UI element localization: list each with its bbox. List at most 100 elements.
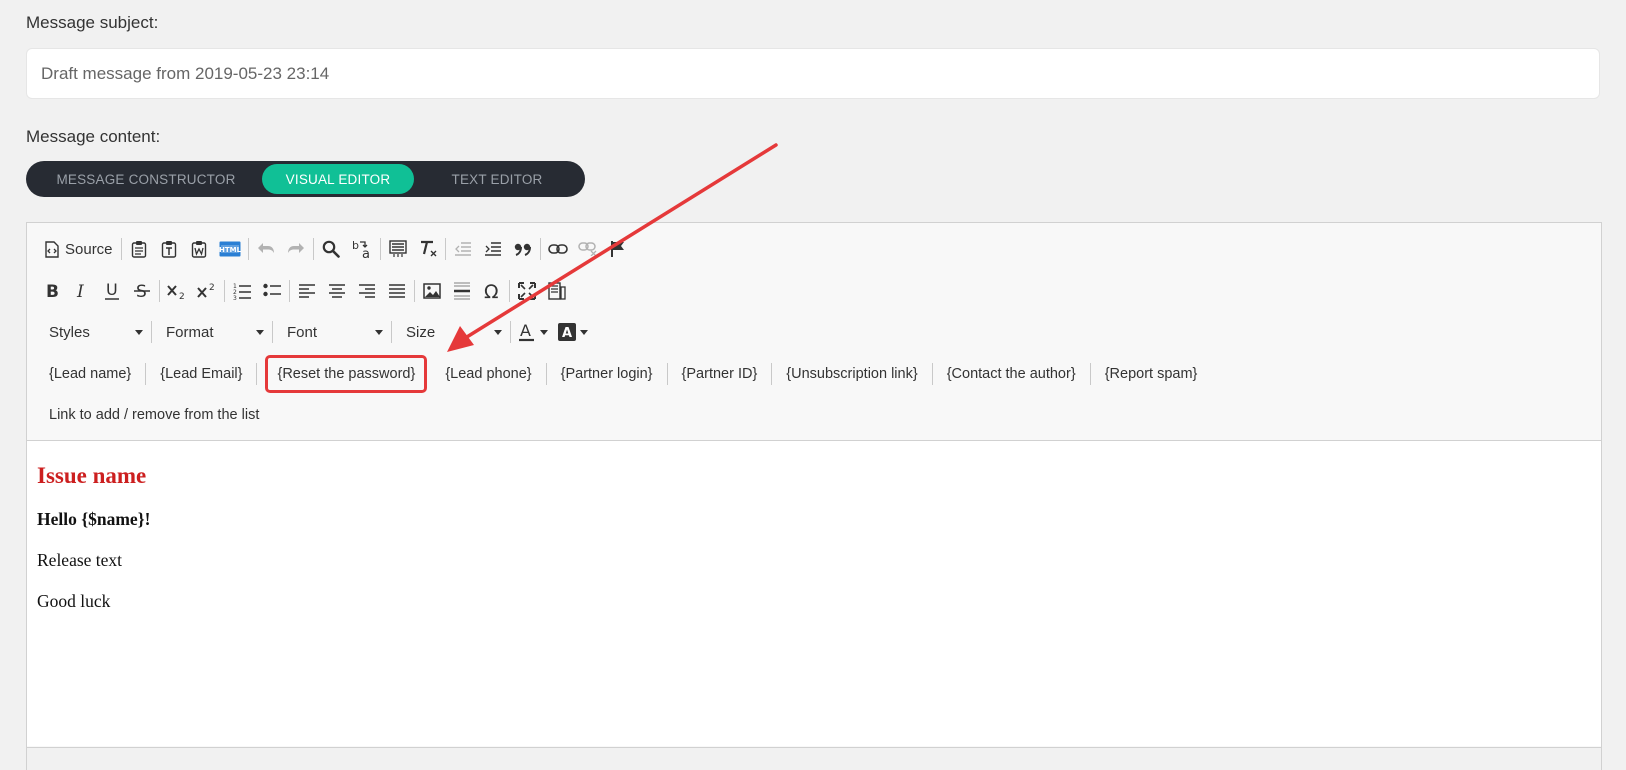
horizontal-line-button[interactable] (447, 277, 477, 305)
underline-icon: U (105, 282, 119, 300)
html-icon: HTML (219, 241, 241, 257)
unlink-button[interactable] (573, 235, 603, 263)
paste-word-button[interactable] (184, 235, 214, 263)
svg-text:2: 2 (209, 283, 215, 293)
bulleted-list-button[interactable] (257, 277, 287, 305)
list-link-button[interactable]: Link to add / remove from the list (37, 407, 271, 423)
outdent-icon (454, 242, 471, 256)
separator (312, 238, 314, 260)
svg-text:HTML: HTML (219, 246, 241, 254)
remove-format-button[interactable] (413, 235, 443, 263)
svg-text:b: b (352, 239, 359, 252)
toolbar-row-3: Styles Format Font Size A A (37, 316, 593, 348)
svg-text:A: A (520, 322, 531, 340)
align-right-button[interactable] (352, 277, 382, 305)
numbered-list-button[interactable]: 123 (227, 277, 257, 305)
font-dropdown-label: Font (287, 323, 318, 341)
editor-status-bar (27, 747, 1601, 770)
select-all-button[interactable] (383, 235, 413, 263)
separator (247, 238, 249, 260)
italic-icon: I (76, 283, 84, 299)
separator (509, 280, 510, 302)
separator (1089, 363, 1091, 385)
toolbar-row-1: Source HTML b a (37, 233, 633, 265)
placeholder-lead-name[interactable]: {Lead name} (37, 359, 143, 389)
show-blocks-button[interactable] (542, 277, 572, 305)
size-dropdown[interactable]: Size (394, 318, 508, 346)
placeholder-unsubscription-link[interactable]: {Unsubscription link} (774, 359, 929, 389)
text-color-button[interactable]: A (513, 318, 553, 346)
link-button[interactable] (543, 235, 573, 263)
align-left-button[interactable] (292, 277, 322, 305)
remove-format-icon (420, 240, 437, 257)
chevron-down-icon (256, 329, 264, 335)
chevron-down-icon (135, 329, 143, 335)
separator (444, 238, 446, 260)
tab-visual-editor[interactable]: VISUAL EDITOR (262, 164, 414, 194)
placeholder-lead-phone[interactable]: {Lead phone} (433, 359, 543, 389)
source-button[interactable]: Source (37, 235, 119, 263)
maximize-button[interactable] (512, 277, 542, 305)
horizontal-line-icon (454, 282, 470, 300)
list-link-row: Link to add / remove from the list (37, 399, 271, 431)
redo-icon (287, 243, 304, 253)
svg-text:B: B (46, 283, 59, 299)
subscript-button[interactable]: 2 (162, 277, 192, 305)
styles-dropdown[interactable]: Styles (37, 318, 149, 346)
special-char-button[interactable]: Ω (477, 277, 507, 305)
align-justify-button[interactable] (382, 277, 412, 305)
replace-button[interactable]: ba (346, 235, 378, 263)
placeholder-report-spam[interactable]: {Report spam} (1093, 359, 1210, 389)
separator (159, 280, 160, 302)
italic-button[interactable]: I (67, 277, 97, 305)
paste-button[interactable] (124, 235, 154, 263)
paste-text-button[interactable] (154, 235, 184, 263)
select-all-icon (388, 240, 407, 257)
placeholder-contact-author[interactable]: {Contact the author} (935, 359, 1088, 389)
separator (414, 280, 415, 302)
svg-text:U: U (106, 282, 118, 299)
undo-button[interactable] (251, 235, 281, 263)
align-center-button[interactable] (322, 277, 352, 305)
link-icon (547, 244, 568, 254)
font-dropdown[interactable]: Font (275, 318, 389, 346)
background-color-button[interactable]: A (553, 318, 593, 346)
image-button[interactable] (417, 277, 447, 305)
paste-html-button[interactable]: HTML (214, 235, 246, 263)
indent-button[interactable] (478, 235, 508, 263)
unlink-icon (577, 242, 596, 256)
editor-content-area[interactable]: Issue name Hello {$name}! Release text G… (27, 441, 1601, 746)
svg-text:3: 3 (233, 295, 237, 300)
underline-button[interactable]: U (97, 277, 127, 305)
strike-button[interactable]: S (127, 277, 157, 305)
separator (256, 363, 258, 385)
placeholder-partner-id[interactable]: {Partner ID} (670, 359, 770, 389)
bold-button[interactable]: B (37, 277, 67, 305)
bold-icon: B (46, 283, 59, 299)
subject-input[interactable] (26, 48, 1600, 99)
format-dropdown-label: Format (166, 323, 214, 341)
size-dropdown-label: Size (406, 323, 436, 341)
superscript-button[interactable]: 2 (192, 277, 222, 305)
find-button[interactable] (316, 235, 346, 263)
svg-text:I: I (76, 283, 84, 299)
tab-message-constructor[interactable]: MESSAGE CONSTRUCTOR (30, 164, 262, 194)
search-icon (322, 240, 340, 258)
blockquote-button[interactable] (508, 235, 538, 263)
outdent-button[interactable] (448, 235, 478, 263)
placeholder-partner-login[interactable]: {Partner login} (549, 359, 665, 389)
placeholder-lead-email[interactable]: {Lead Email} (148, 359, 254, 389)
separator (151, 321, 152, 343)
anchor-button[interactable] (603, 235, 633, 263)
separator (391, 321, 392, 343)
chevron-down-icon (494, 329, 502, 335)
source-label: Source (65, 240, 113, 258)
separator (145, 363, 147, 385)
redo-button[interactable] (281, 235, 311, 263)
format-dropdown[interactable]: Format (154, 318, 270, 346)
tab-text-editor[interactable]: TEXT EDITOR (414, 164, 580, 194)
closing-text: Good luck (37, 591, 111, 611)
align-center-icon (329, 284, 345, 298)
placeholder-reset-password[interactable]: {Reset the password} (265, 355, 428, 393)
omega-icon: Ω (484, 282, 499, 300)
